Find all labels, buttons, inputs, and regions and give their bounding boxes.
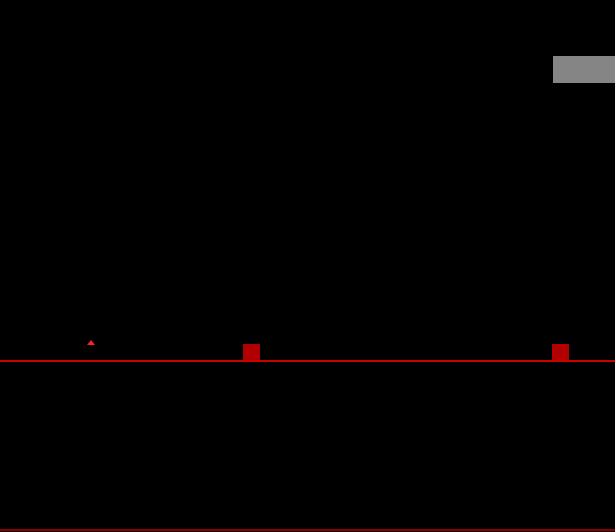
event-marker-zeng: [243, 344, 260, 361]
stock-chart-window: [0, 0, 615, 532]
bottom-border-line: [0, 529, 615, 531]
panel-divider-line: [0, 360, 615, 362]
price-chart-canvas[interactable]: [0, 0, 615, 362]
info-tooltip-box: [553, 56, 615, 83]
event-marker-zhang: [552, 344, 569, 361]
indicator-chart-canvas[interactable]: [0, 362, 615, 532]
up-triangle-icon: [87, 340, 95, 345]
sell-signal-marker: [83, 340, 98, 346]
